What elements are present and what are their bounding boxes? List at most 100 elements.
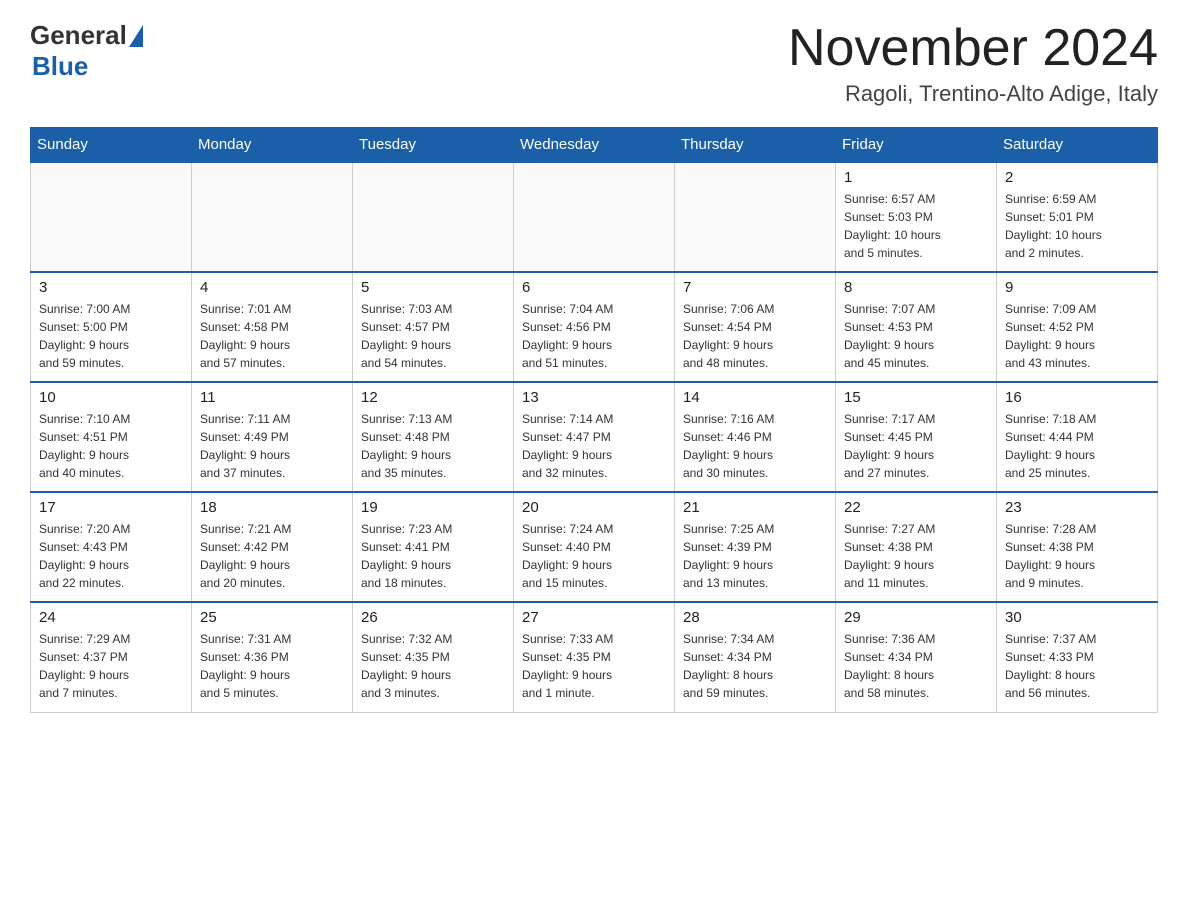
day-number: 27 [522, 609, 666, 626]
day-number: 3 [39, 279, 183, 296]
calendar-cell: 10 Sunrise: 7:10 AM Sunset: 4:51 PM Dayli… [31, 382, 192, 492]
calendar-week-row: 24 Sunrise: 7:29 AM Sunset: 4:37 PM Dayli… [31, 602, 1158, 712]
calendar-cell: 8Sunrise: 7:07 AM Sunset: 4:53 PM Daylig… [836, 272, 997, 382]
logo-general-text: General [30, 20, 127, 51]
day-info: Sunrise: 7:14 AM Sunset: 4:47 PM Dayligh… [522, 410, 666, 482]
calendar-cell: 23 Sunrise: 7:28 AM Sunset: 4:38 PM Dayli… [997, 492, 1158, 602]
header-thursday: Thursday [675, 128, 836, 163]
day-info: Sunrise: 7:25 AM Sunset: 4:39 PM Dayligh… [683, 520, 827, 592]
day-info: Sunrise: 7:18 AM Sunset: 4:44 PM Dayligh… [1005, 410, 1149, 482]
day-number: 12 [361, 389, 505, 406]
day-info: Sunrise: 7:28 AM Sunset: 4:38 PM Dayligh… [1005, 520, 1149, 592]
calendar-cell: 15 Sunrise: 7:17 AM Sunset: 4:45 PM Dayli… [836, 382, 997, 492]
day-info: Sunrise: 7:34 AM Sunset: 4:34 PM Dayligh… [683, 630, 827, 702]
calendar-cell: 2 Sunrise: 6:59 AM Sunset: 5:01 PM Daylig… [997, 162, 1158, 272]
day-info: Sunrise: 6:59 AM Sunset: 5:01 PM Dayligh… [1005, 190, 1149, 262]
day-info: Sunrise: 7:23 AM Sunset: 4:41 PM Dayligh… [361, 520, 505, 592]
day-info: Sunrise: 7:36 AM Sunset: 4:34 PM Dayligh… [844, 630, 988, 702]
day-info: Sunrise: 7:21 AM Sunset: 4:42 PM Dayligh… [200, 520, 344, 592]
day-number: 7 [683, 279, 827, 296]
calendar-cell: 16 Sunrise: 7:18 AM Sunset: 4:44 PM Dayli… [997, 382, 1158, 492]
day-number: 9 [1005, 279, 1149, 296]
calendar-cell [31, 162, 192, 272]
day-number: 6 [522, 279, 666, 296]
day-number: 24 [39, 609, 183, 626]
logo: General Blue [30, 20, 143, 82]
day-info: Sunrise: 7:17 AM Sunset: 4:45 PM Dayligh… [844, 410, 988, 482]
day-number: 28 [683, 609, 827, 626]
day-info: Sunrise: 7:29 AM Sunset: 4:37 PM Dayligh… [39, 630, 183, 702]
day-number: 16 [1005, 389, 1149, 406]
calendar-cell: 28 Sunrise: 7:34 AM Sunset: 4:34 PM Dayli… [675, 602, 836, 712]
calendar-cell: 14Sunrise: 7:16 AM Sunset: 4:46 PM Dayli… [675, 382, 836, 492]
day-info: Sunrise: 7:10 AM Sunset: 4:51 PM Dayligh… [39, 410, 183, 482]
day-info: Sunrise: 7:31 AM Sunset: 4:36 PM Dayligh… [200, 630, 344, 702]
calendar-cell: 5Sunrise: 7:03 AM Sunset: 4:57 PM Daylig… [353, 272, 514, 382]
calendar-cell: 29 Sunrise: 7:36 AM Sunset: 4:34 PM Dayli… [836, 602, 997, 712]
day-number: 4 [200, 279, 344, 296]
day-number: 8 [844, 279, 988, 296]
calendar-cell: 17Sunrise: 7:20 AM Sunset: 4:43 PM Dayli… [31, 492, 192, 602]
day-number: 14 [683, 389, 827, 406]
calendar-header-row: SundayMondayTuesdayWednesdayThursdayFrid… [31, 128, 1158, 163]
calendar-cell: 3Sunrise: 7:00 AM Sunset: 5:00 PM Daylig… [31, 272, 192, 382]
header-tuesday: Tuesday [353, 128, 514, 163]
calendar-cell: 26 Sunrise: 7:32 AM Sunset: 4:35 PM Dayli… [353, 602, 514, 712]
header-monday: Monday [192, 128, 353, 163]
day-number: 23 [1005, 499, 1149, 516]
day-number: 17 [39, 499, 183, 516]
calendar-cell: 1 Sunrise: 6:57 AM Sunset: 5:03 PM Daylig… [836, 162, 997, 272]
title-block: November 2024 Ragoli, Trentino-Alto Adig… [788, 20, 1158, 107]
day-info: Sunrise: 7:13 AM Sunset: 4:48 PM Dayligh… [361, 410, 505, 482]
day-number: 11 [200, 389, 344, 406]
header-sunday: Sunday [31, 128, 192, 163]
calendar-week-row: 3Sunrise: 7:00 AM Sunset: 5:00 PM Daylig… [31, 272, 1158, 382]
day-info: Sunrise: 6:57 AM Sunset: 5:03 PM Dayligh… [844, 190, 988, 262]
day-number: 1 [844, 169, 988, 186]
day-number: 30 [1005, 609, 1149, 626]
calendar-table: SundayMondayTuesdayWednesdayThursdayFrid… [30, 127, 1158, 713]
calendar-cell: 22 Sunrise: 7:27 AM Sunset: 4:38 PM Dayli… [836, 492, 997, 602]
calendar-cell: 12 Sunrise: 7:13 AM Sunset: 4:48 PM Dayli… [353, 382, 514, 492]
day-number: 15 [844, 389, 988, 406]
header-saturday: Saturday [997, 128, 1158, 163]
day-info: Sunrise: 7:09 AM Sunset: 4:52 PM Dayligh… [1005, 300, 1149, 372]
calendar-cell [675, 162, 836, 272]
day-number: 29 [844, 609, 988, 626]
day-number: 26 [361, 609, 505, 626]
calendar-cell: 21 Sunrise: 7:25 AM Sunset: 4:39 PM Dayli… [675, 492, 836, 602]
calendar-week-row: 10 Sunrise: 7:10 AM Sunset: 4:51 PM Dayli… [31, 382, 1158, 492]
location-title: Ragoli, Trentino-Alto Adige, Italy [788, 81, 1158, 107]
day-number: 19 [361, 499, 505, 516]
calendar-cell: 19 Sunrise: 7:23 AM Sunset: 4:41 PM Dayli… [353, 492, 514, 602]
day-info: Sunrise: 7:24 AM Sunset: 4:40 PM Dayligh… [522, 520, 666, 592]
day-info: Sunrise: 7:04 AM Sunset: 4:56 PM Dayligh… [522, 300, 666, 372]
day-number: 25 [200, 609, 344, 626]
day-info: Sunrise: 7:01 AM Sunset: 4:58 PM Dayligh… [200, 300, 344, 372]
calendar-cell: 9 Sunrise: 7:09 AM Sunset: 4:52 PM Daylig… [997, 272, 1158, 382]
calendar-cell: 20Sunrise: 7:24 AM Sunset: 4:40 PM Dayli… [514, 492, 675, 602]
calendar-cell [353, 162, 514, 272]
calendar-week-row: 17Sunrise: 7:20 AM Sunset: 4:43 PM Dayli… [31, 492, 1158, 602]
page-header: General Blue November 2024 Ragoli, Trent… [30, 20, 1158, 107]
calendar-cell: 7 Sunrise: 7:06 AM Sunset: 4:54 PM Daylig… [675, 272, 836, 382]
month-title: November 2024 [788, 20, 1158, 77]
calendar-cell [514, 162, 675, 272]
calendar-cell: 13 Sunrise: 7:14 AM Sunset: 4:47 PM Dayli… [514, 382, 675, 492]
day-number: 10 [39, 389, 183, 406]
day-info: Sunrise: 7:11 AM Sunset: 4:49 PM Dayligh… [200, 410, 344, 482]
day-number: 13 [522, 389, 666, 406]
calendar-cell: 25 Sunrise: 7:31 AM Sunset: 4:36 PM Dayli… [192, 602, 353, 712]
day-info: Sunrise: 7:27 AM Sunset: 4:38 PM Dayligh… [844, 520, 988, 592]
header-friday: Friday [836, 128, 997, 163]
calendar-cell [192, 162, 353, 272]
day-info: Sunrise: 7:33 AM Sunset: 4:35 PM Dayligh… [522, 630, 666, 702]
day-number: 5 [361, 279, 505, 296]
day-info: Sunrise: 7:06 AM Sunset: 4:54 PM Dayligh… [683, 300, 827, 372]
day-number: 18 [200, 499, 344, 516]
day-info: Sunrise: 7:37 AM Sunset: 4:33 PM Dayligh… [1005, 630, 1149, 702]
day-number: 2 [1005, 169, 1149, 186]
day-number: 22 [844, 499, 988, 516]
day-info: Sunrise: 7:32 AM Sunset: 4:35 PM Dayligh… [361, 630, 505, 702]
day-number: 21 [683, 499, 827, 516]
